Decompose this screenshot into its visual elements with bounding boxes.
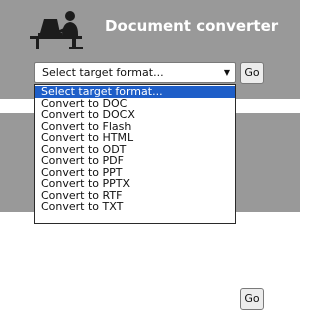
target-format-select[interactable]: Select target format... ▼ [34,62,236,83]
dropdown-option[interactable]: Convert to TXT [35,201,235,213]
go-button-secondary[interactable]: Go [240,288,264,310]
dropdown-option[interactable]: Convert to PPTX [35,178,235,190]
panel-title-partial: Document converter [105,242,278,260]
select-current-value: Select target format... [42,66,164,79]
go-button[interactable]: Go [240,62,264,84]
dropdown-option[interactable]: Convert to HTML [35,132,235,144]
panel-title-visible-fragment: r [270,242,279,260]
dropdown-option[interactable]: Convert to DOCX [35,109,235,121]
person-at-computer-icon [28,6,84,50]
format-dropdown-list: Select target format... Convert to DOC Con… [34,84,236,224]
panel-title: Document converter [105,17,279,35]
dropdown-option[interactable]: Convert to PDF [35,155,235,167]
dropdown-option-placeholder[interactable]: Select target format... [35,86,235,98]
dropdown-arrow-icon: ▼ [223,68,230,77]
